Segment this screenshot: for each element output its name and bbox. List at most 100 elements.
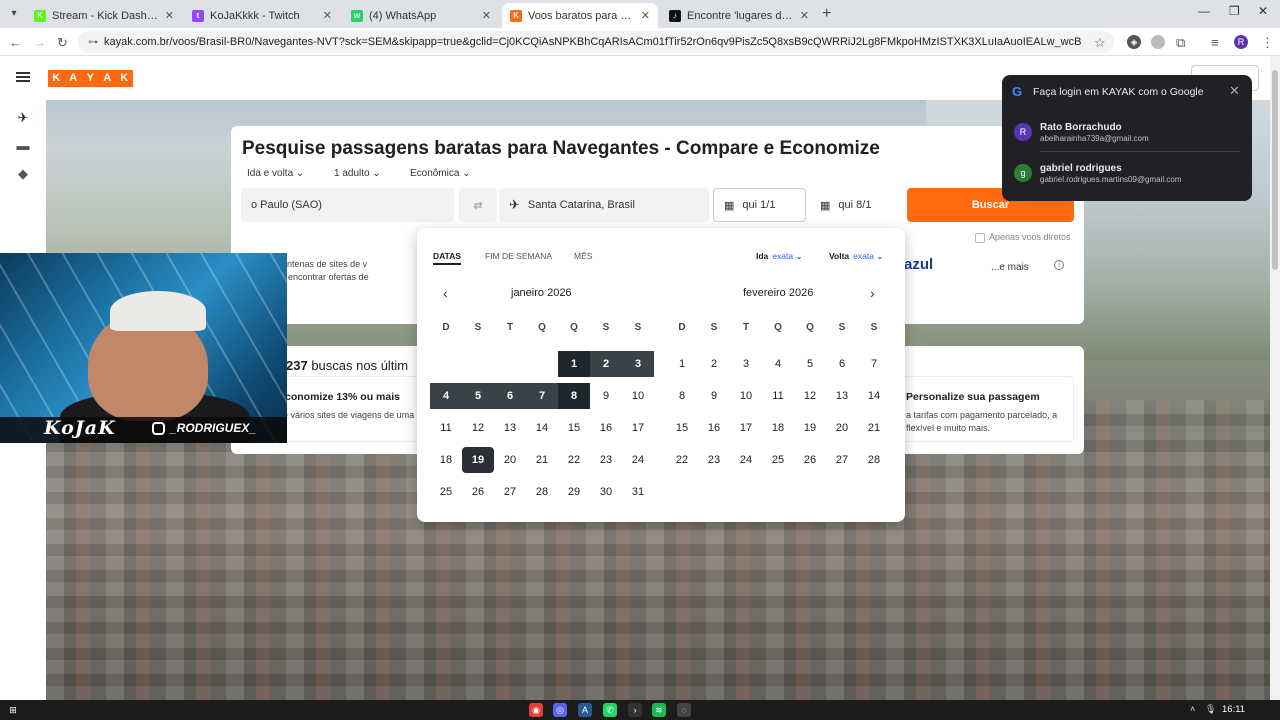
google-account-item[interactable]: R Rato Borrachudo abelharainha739a@gmail.c… [1002, 119, 1252, 159]
ida-flex-select[interactable]: Ida exata ⌄ [756, 251, 803, 262]
return-date-field[interactable]: ▦ qui 8/1 [810, 188, 903, 222]
back-icon[interactable]: ← [9, 35, 22, 50]
minimize-icon[interactable]: — [1198, 4, 1210, 18]
calendar-day[interactable]: 8 [558, 383, 590, 409]
calendar-day[interactable]: 19 [794, 415, 826, 441]
calendar-day[interactable]: 14 [526, 415, 558, 441]
calendar-day[interactable]: 1 [558, 351, 590, 377]
calendar-day[interactable]: 23 [698, 447, 730, 473]
volta-flex-select[interactable]: Volta exata ⌄ [829, 251, 883, 262]
calendar-day[interactable]: 5 [794, 351, 826, 377]
site-info-icon[interactable]: ⊶ [88, 37, 98, 48]
calendar-day[interactable]: 10 [730, 383, 762, 409]
prev-month-icon[interactable]: ‹ [443, 285, 448, 301]
calendar-day[interactable]: 6 [826, 351, 858, 377]
extension-icon[interactable] [1151, 35, 1165, 49]
extensions-puzzle-icon[interactable]: ⧉ [1176, 35, 1185, 51]
calendar-day[interactable]: 21 [526, 447, 558, 473]
swap-icon[interactable]: ⇄ [459, 188, 497, 222]
hamburger-menu-icon[interactable] [16, 72, 30, 82]
tray-chevron-icon[interactable]: ˄ [1190, 704, 1195, 714]
calendar-day[interactable]: 17 [622, 415, 654, 441]
calendar-day[interactable]: 12 [462, 415, 494, 441]
next-month-icon[interactable]: › [870, 285, 875, 301]
browser-tab[interactable]: t KoJaKkkk - Twitch ✕ [184, 3, 340, 28]
calendar-day[interactable]: 23 [590, 447, 622, 473]
page-scrollbar[interactable] [1270, 56, 1280, 700]
calendar-day[interactable]: 28 [526, 479, 558, 505]
calendar-day[interactable]: 16 [590, 415, 622, 441]
calendar-day[interactable]: 24 [730, 447, 762, 473]
calendar-day[interactable]: 10 [622, 383, 654, 409]
calendar-day[interactable]: 9 [590, 383, 622, 409]
hotels-icon[interactable]: ▬ [14, 138, 32, 156]
browser-tab[interactable]: w (4) WhatsApp ✕ [343, 3, 499, 28]
microphone-icon[interactable]: 🎙 [1205, 704, 1216, 715]
google-account-item[interactable]: g gabriel rodrigues gabriel.rodrigues.mart… [1002, 160, 1252, 200]
close-tab-icon[interactable]: ✕ [323, 9, 332, 22]
flights-icon[interactable]: ✈ [14, 110, 32, 128]
profile-avatar[interactable]: R [1234, 35, 1248, 49]
close-tab-icon[interactable]: ✕ [165, 9, 174, 22]
calendar-day[interactable]: 9 [698, 383, 730, 409]
calendar-tab[interactable]: FIM DE SEMANA [485, 251, 552, 261]
calendar-day[interactable]: 26 [462, 479, 494, 505]
calendar-day[interactable]: 1 [666, 351, 698, 377]
close-window-icon[interactable]: ✕ [1258, 4, 1268, 18]
calendar-day[interactable]: 21 [858, 415, 890, 441]
calendar-tab[interactable]: MÊS [574, 251, 592, 261]
calendar-day[interactable]: 22 [558, 447, 590, 473]
calendar-day[interactable]: 20 [494, 447, 526, 473]
browser-tab[interactable]: K Voos baratos para Navegantes ✕ [502, 3, 658, 28]
calendar-day[interactable]: 22 [666, 447, 698, 473]
trip-type-select[interactable]: Ida e volta ⌄ [247, 168, 304, 179]
origin-field[interactable]: o Paulo (SAO) [241, 188, 454, 222]
calendar-day[interactable]: 31 [622, 479, 654, 505]
calendar-day[interactable]: 2 [698, 351, 730, 377]
tab-search-icon[interactable]: ▾ [6, 6, 22, 22]
calendar-day[interactable]: 14 [858, 383, 890, 409]
address-bar[interactable]: ⊶ kayak.com.br/voos/Brasil-BR0/Navegante… [78, 31, 1114, 53]
calendar-day[interactable]: 20 [826, 415, 858, 441]
calendar-day[interactable]: 11 [430, 415, 462, 441]
passengers-select[interactable]: 1 adulto ⌄ [334, 168, 381, 179]
calendar-day[interactable]: 18 [762, 415, 794, 441]
calendar-day[interactable]: 13 [494, 415, 526, 441]
destination-field[interactable]: ✈ Santa Catarina, Brasil [499, 188, 709, 222]
calendar-tab[interactable]: DATAS [433, 251, 462, 265]
calendar-day[interactable]: 26 [794, 447, 826, 473]
browser-tab[interactable]: K Stream - Kick Dashboard ✕ [26, 3, 182, 28]
calendar-day[interactable]: 3 [622, 351, 654, 377]
chrome-taskbar-icon[interactable]: ◉ [529, 703, 543, 717]
calendar-day[interactable]: 25 [762, 447, 794, 473]
menu-dots-icon[interactable]: ⋮ [1261, 35, 1274, 51]
terminal-taskbar-icon[interactable]: › [628, 703, 642, 717]
calendar-day[interactable]: 19 [462, 447, 494, 473]
calendar-day[interactable]: 27 [494, 479, 526, 505]
calendar-day[interactable]: 17 [730, 415, 762, 441]
calendar-day[interactable]: 24 [622, 447, 654, 473]
calendar-day[interactable]: 12 [794, 383, 826, 409]
calendar-day[interactable]: 4 [430, 383, 462, 409]
close-tab-icon[interactable]: ✕ [482, 9, 491, 22]
calendar-day[interactable]: 29 [558, 479, 590, 505]
calendar-day[interactable]: 4 [762, 351, 794, 377]
close-tab-icon[interactable]: ✕ [641, 9, 650, 22]
whatsapp-taskbar-icon[interactable]: ✆ [603, 703, 617, 717]
close-icon[interactable]: ✕ [1229, 83, 1240, 99]
new-tab-button[interactable]: + [822, 5, 831, 23]
calendar-day[interactable]: 28 [858, 447, 890, 473]
app-taskbar-icon[interactable]: A [578, 703, 592, 717]
depart-date-field[interactable]: ▦ qui 1/1 [713, 188, 806, 222]
reload-icon[interactable]: ↻ [57, 35, 68, 51]
calendar-day[interactable]: 15 [666, 415, 698, 441]
direct-only-checkbox[interactable]: Apenas voos diretos [975, 232, 1071, 243]
calendar-day[interactable]: 15 [558, 415, 590, 441]
calendar-day[interactable]: 8 [666, 383, 698, 409]
obs-taskbar-icon[interactable]: ◌ [677, 703, 691, 717]
shield-extension-icon[interactable]: ◈ [1127, 35, 1141, 49]
calendar-day[interactable]: 25 [430, 479, 462, 505]
calendar-day[interactable]: 6 [494, 383, 526, 409]
calendar-day[interactable]: 3 [730, 351, 762, 377]
spotify-taskbar-icon[interactable]: ≋ [652, 703, 666, 717]
